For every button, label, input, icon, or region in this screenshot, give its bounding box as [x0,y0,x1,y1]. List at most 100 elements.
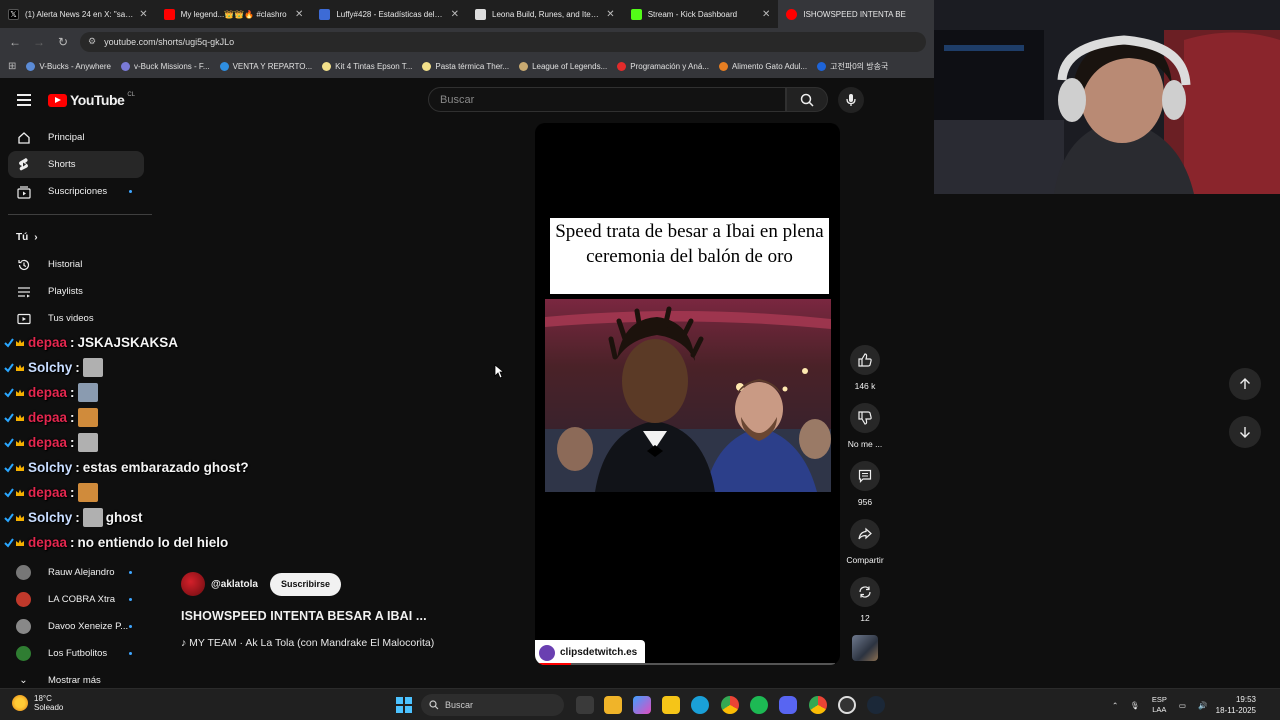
shorts-player[interactable]: Speed trata de besar a Ibai en plena cer… [535,123,840,665]
bookmark-label: VENTA Y REPARTO... [232,62,313,71]
sidebar-you-heading[interactable]: Tú › [0,224,152,251]
new-content-dot [129,190,132,193]
chat-message: Solchy: estas embarazado ghost? [4,455,304,480]
spotify-icon[interactable] [750,696,768,714]
windows-start-icon[interactable] [396,697,412,713]
voice-search-button[interactable] [838,87,864,113]
taskbar-search[interactable]: Buscar [421,694,564,716]
remix-button[interactable]: 12 [840,577,890,623]
chat-username: depaa [28,410,68,425]
sidebar-show-more[interactable]: ⌄ Mostrar más [0,667,152,688]
network-icon[interactable]: ▭ [1179,701,1186,710]
bookmark[interactable]: Alimento Gato Adul... [718,62,807,71]
close-tab-icon[interactable]: ✕ [762,9,770,20]
file-explorer-icon[interactable] [662,696,680,714]
comments-button[interactable]: 956 [840,461,890,507]
language-indicator[interactable]: ESP LAA [1152,695,1167,715]
microphone-icon[interactable]: 🎙 [1130,701,1140,710]
reload-icon[interactable]: ↻ [56,35,70,49]
tab-title: ISHOWSPEED INTENTA BE [803,9,906,19]
subscriptions-icon [16,184,31,199]
like-button[interactable]: 146 k [840,345,890,391]
bookmark[interactable]: Kit 4 Tintas Epson T... [322,62,412,71]
back-icon[interactable]: ← [8,35,22,49]
bookmarks-bar: ⊞ V-Bucks - Anywhere v-Buck Missions - F… [0,55,934,78]
sidebar-item-home[interactable]: Principal [0,124,152,151]
edge-icon[interactable] [691,696,709,714]
weather-widget[interactable]: 18°C Soleado [12,694,63,712]
channel-name[interactable]: @aklatola [211,579,258,590]
sidebar-channel-item[interactable]: Rauw Alejandro [0,559,152,586]
subscribe-button[interactable]: Suscribirse [270,572,342,596]
bookmark-label: 고전파0의 방송국 [830,62,889,71]
sidebar-item-shorts[interactable]: Shorts [8,151,144,178]
discord-icon[interactable] [779,696,797,714]
bookmark[interactable]: VENTA Y REPARTO... [219,62,313,71]
bookmark[interactable]: Pasta térmica Ther... [422,62,509,71]
crown-badge-icon [16,489,24,496]
steam-icon[interactable] [867,696,885,714]
bookmark[interactable]: v-Buck Missions - F... [120,62,210,71]
youtube-logo[interactable]: YouTube CL [48,92,135,108]
sidebar-channel-item[interactable]: Davoo Xeneize P... [0,613,152,640]
browser-tab-active[interactable]: ISHOWSPEED INTENTA BE [778,0,935,28]
store-icon[interactable] [604,696,622,714]
sidebar-channel-item[interactable]: Los Futbolitos [0,640,152,667]
search-input[interactable]: Buscar [428,87,786,112]
browser-tab[interactable]: Leona Build, Runes, and Items ✕ [467,0,623,28]
task-view-icon[interactable] [576,696,594,714]
share-button[interactable]: Compartir [840,519,890,565]
close-tab-icon[interactable]: ✕ [451,9,459,20]
new-content-dot [129,598,132,601]
video-title[interactable]: ISHOWSPEED INTENTA BESAR A IBAI ... [181,609,427,623]
chrome-icon[interactable] [721,696,739,714]
channel-avatar [16,565,31,580]
site-info-icon[interactable]: ⚙ [88,36,96,47]
volume-icon[interactable]: 🔊 [1198,701,1207,710]
mic-icon [846,94,856,106]
copilot-icon[interactable] [633,696,651,714]
chevron-up-icon[interactable]: ⌃ [1112,701,1118,710]
remix-icon [850,577,880,607]
close-tab-icon[interactable]: ✕ [295,9,303,20]
bookmark[interactable]: 고전파0의 방송국 [817,61,888,72]
search-button[interactable] [786,87,828,112]
chrome-active-icon[interactable] [809,696,827,714]
close-tab-icon[interactable]: ✕ [139,9,147,20]
bookmark[interactable]: League of Legends... [519,62,607,71]
browser-tab[interactable]: Luffy#428 - Estadísticas del inv ✕ [311,0,467,28]
chat-message: depaa: [4,405,304,430]
sidebar-channel-item[interactable]: LA COBRA Xtra [0,586,152,613]
close-tab-icon[interactable]: ✕ [606,9,614,20]
previous-short-button[interactable] [1229,368,1261,400]
chat-badges [4,337,25,348]
apps-grid-icon[interactable]: ⊞ [8,61,16,72]
sidebar-divider [8,214,152,215]
bookmark[interactable]: Programación y Aná... [617,62,709,71]
channel-avatar[interactable] [181,572,205,596]
logo-text: YouTube [70,92,125,108]
chat-emote-image [77,408,98,427]
chevron-down-icon: ⌄ [19,675,28,686]
menu-icon[interactable] [17,94,31,109]
sidebar-item-subscriptions[interactable]: Suscripciones [0,178,152,205]
clock[interactable]: 19:53 18-11-2025 [1216,694,1256,716]
forward-icon[interactable]: → [32,35,46,49]
browser-tab[interactable]: Stream - Kick Dashboard ✕ [623,0,779,28]
verified-badge-icon [4,412,14,423]
next-short-button[interactable] [1229,416,1261,448]
bookmark[interactable]: V-Bucks - Anywhere [26,62,111,71]
video-progress-bar[interactable] [535,663,835,665]
browser-tab[interactable]: 𝕏 (1) Alerta News 24 en X: "saus ✕ [0,0,156,28]
address-bar[interactable]: ⚙ youtube.com/shorts/ugi5q-gkJLo [80,31,926,52]
sidebar-item-history[interactable]: Historial [0,251,152,278]
sidebar-item-playlists[interactable]: Playlists [0,278,152,305]
sound-thumbnail[interactable] [840,635,890,661]
sidebar-item-label: Tus videos [48,313,94,324]
obs-icon[interactable] [838,696,856,714]
browser-tab[interactable]: My legend...👑👑🔥 #clashro ✕ [156,0,312,28]
progress-fill [535,663,571,665]
dislike-button[interactable]: No me ... [840,403,890,449]
sidebar-item-your-videos[interactable]: Tus videos [0,305,152,332]
music-row[interactable]: ♪ MY TEAM · Ak La Tola (con Mandrake El … [181,637,434,649]
